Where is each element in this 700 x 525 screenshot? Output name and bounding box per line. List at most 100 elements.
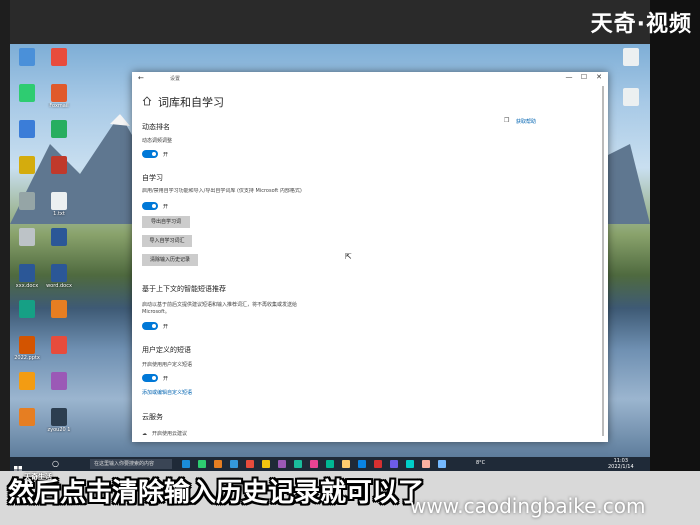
desktop-icon-label: word.docx bbox=[46, 283, 72, 289]
window-titlebar: ← 设置 — ☐ ✕ bbox=[132, 72, 608, 84]
export-self-learning-button[interactable]: 导出自学习词 bbox=[142, 216, 190, 228]
taskbar-app-icon[interactable] bbox=[246, 460, 254, 468]
minimize-button[interactable]: — bbox=[562, 73, 576, 81]
import-self-learning-button[interactable]: 导入自学习词汇 bbox=[142, 235, 192, 247]
desktop-icon[interactable] bbox=[44, 156, 74, 175]
desktop-icon-label: xxx.docx bbox=[15, 283, 39, 289]
file-icon bbox=[19, 156, 35, 174]
back-arrow-icon[interactable]: ← bbox=[138, 74, 144, 82]
file-icon bbox=[51, 84, 67, 102]
desktop-icon[interactable] bbox=[12, 120, 42, 139]
file-icon bbox=[51, 228, 67, 246]
context-desc: 启动以基于前后文提供建议短语和输入推荐词汇，将不再收集或发送给 Microsof… bbox=[142, 302, 298, 315]
mouse-cursor-icon: ⇱ bbox=[345, 252, 352, 261]
file-icon bbox=[19, 408, 35, 426]
desktop-icon[interactable] bbox=[12, 48, 42, 67]
taskbar-app-icon[interactable] bbox=[342, 460, 350, 468]
help-chat-icon: ❐ bbox=[504, 117, 510, 124]
self-learning-desc: 启用/禁用自学习功能和导入/导出自学词库 (仅支持 Microsoft 内部格式… bbox=[142, 188, 302, 194]
taskbar-app-icon[interactable] bbox=[214, 460, 222, 468]
dynamic-rank-desc: 动态调频调整 bbox=[142, 138, 173, 144]
file-icon bbox=[51, 48, 67, 66]
desktop-icon-label: zyou20 1 bbox=[47, 427, 71, 433]
desktop-icon[interactable] bbox=[44, 48, 74, 67]
desktop-icon[interactable] bbox=[12, 408, 42, 427]
desktop-icon[interactable]: xxx.docx bbox=[12, 264, 42, 289]
taskbar-app-icon[interactable] bbox=[422, 460, 430, 468]
desktop-icon[interactable] bbox=[12, 372, 42, 391]
taskbar-app-icon[interactable] bbox=[198, 460, 206, 468]
taskbar-app-icon[interactable] bbox=[326, 460, 334, 468]
taskbar-app-icon[interactable] bbox=[374, 460, 382, 468]
taskbar-app-icon[interactable] bbox=[294, 460, 302, 468]
edit-user-phrases-link[interactable]: 添加或编辑自定义短语 bbox=[142, 389, 192, 396]
clock[interactable]: 11:03 2022/1/14 bbox=[608, 458, 634, 470]
clear-input-history-button[interactable]: 清除输入历史记录 bbox=[142, 254, 198, 266]
taskbar-app-icon[interactable] bbox=[438, 460, 446, 468]
taskbar-search-box[interactable]: 在这里输入你要搜索的内容 bbox=[90, 459, 172, 469]
desktop-icon[interactable]: zyou20 1 bbox=[44, 408, 74, 433]
desktop-icon[interactable] bbox=[44, 372, 74, 391]
taskbar-app-icon[interactable] bbox=[230, 460, 238, 468]
context-toggle[interactable] bbox=[142, 322, 158, 330]
file-icon bbox=[19, 300, 35, 318]
desktop-icon[interactable] bbox=[44, 120, 74, 139]
file-icon bbox=[51, 408, 67, 426]
close-button[interactable]: ✕ bbox=[592, 73, 606, 81]
start-button[interactable] bbox=[14, 459, 22, 474]
settings-window: ← 设置 — ☐ ✕ 词库和自学习 ❐ 获取帮助 动态排名 动态调频调整 开 自… bbox=[132, 72, 608, 442]
file-icon bbox=[19, 192, 35, 210]
section-heading-self-learning: 自学习 bbox=[142, 174, 163, 182]
user-phrases-desc: 开启使用用户定义短语 bbox=[142, 362, 193, 368]
desktop-icon[interactable] bbox=[12, 84, 42, 103]
desktop-icon-label: Foxmail bbox=[49, 103, 69, 109]
taskbar-app-icon[interactable] bbox=[182, 460, 190, 468]
desktop-icon[interactable] bbox=[44, 228, 74, 247]
user-phrases-toggle[interactable] bbox=[142, 374, 158, 382]
file-icon bbox=[19, 264, 35, 282]
cortana-circle-icon[interactable]: ○ bbox=[52, 459, 59, 468]
section-heading-cloud: 云服务 bbox=[142, 413, 163, 421]
weather-readout[interactable]: 8°C bbox=[476, 460, 485, 466]
desktop-icon[interactable]: 1.txt bbox=[44, 192, 74, 217]
desktop-icon[interactable] bbox=[12, 228, 42, 247]
section-heading-dynamic-rank: 动态排名 bbox=[142, 123, 170, 131]
desktop-icon[interactable] bbox=[12, 192, 42, 211]
desktop-icon[interactable]: 2022.pptx bbox=[12, 336, 42, 361]
dynamic-rank-toggle[interactable] bbox=[142, 150, 158, 158]
taskbar-app-icon[interactable] bbox=[278, 460, 286, 468]
video-subtitle: 然后点击清除输入历史记录就可以了 bbox=[8, 478, 425, 508]
file-icon bbox=[19, 372, 35, 390]
taskbar-app-icon[interactable] bbox=[262, 460, 270, 468]
desktop-icon[interactable] bbox=[44, 300, 74, 319]
file-icon bbox=[51, 300, 67, 318]
desktop-icon[interactable]: Foxmail bbox=[44, 84, 74, 109]
desktop-icon[interactable] bbox=[12, 300, 42, 319]
desktop-icon[interactable] bbox=[616, 88, 646, 106]
home-icon[interactable] bbox=[142, 96, 152, 106]
brand-logo-top: 天奇·视频 bbox=[590, 12, 692, 37]
taskbar-app-icon[interactable] bbox=[406, 460, 414, 468]
maximize-button[interactable]: ☐ bbox=[577, 73, 591, 81]
file-icon bbox=[19, 84, 35, 102]
desktop-icon[interactable]: word.docx bbox=[44, 264, 74, 289]
taskbar-app-icon[interactable] bbox=[390, 460, 398, 468]
desktop-icon[interactable] bbox=[44, 336, 74, 355]
window-scrollbar[interactable] bbox=[602, 86, 604, 436]
file-icon bbox=[19, 336, 35, 354]
file-icon bbox=[51, 336, 67, 354]
taskbar-app-icon[interactable] bbox=[310, 460, 318, 468]
desktop-icon[interactable] bbox=[12, 156, 42, 175]
taskbar-app-icon[interactable] bbox=[358, 460, 366, 468]
self-learning-toggle[interactable] bbox=[142, 202, 158, 210]
get-help-link[interactable]: 获取帮助 bbox=[516, 118, 536, 125]
file-icon bbox=[51, 264, 67, 282]
desktop-icon[interactable] bbox=[616, 48, 646, 66]
brand-logo-small: 天奇生活 bbox=[24, 473, 52, 481]
monitor-bezel-left bbox=[0, 0, 10, 525]
file-icon bbox=[19, 48, 35, 66]
self-learning-toggle-state: 开 bbox=[163, 204, 169, 210]
section-heading-context: 基于上下文的智能短语推荐 bbox=[142, 285, 226, 293]
file-icon bbox=[51, 156, 67, 174]
cloud-desc: 开启使用云建议 bbox=[152, 431, 188, 437]
